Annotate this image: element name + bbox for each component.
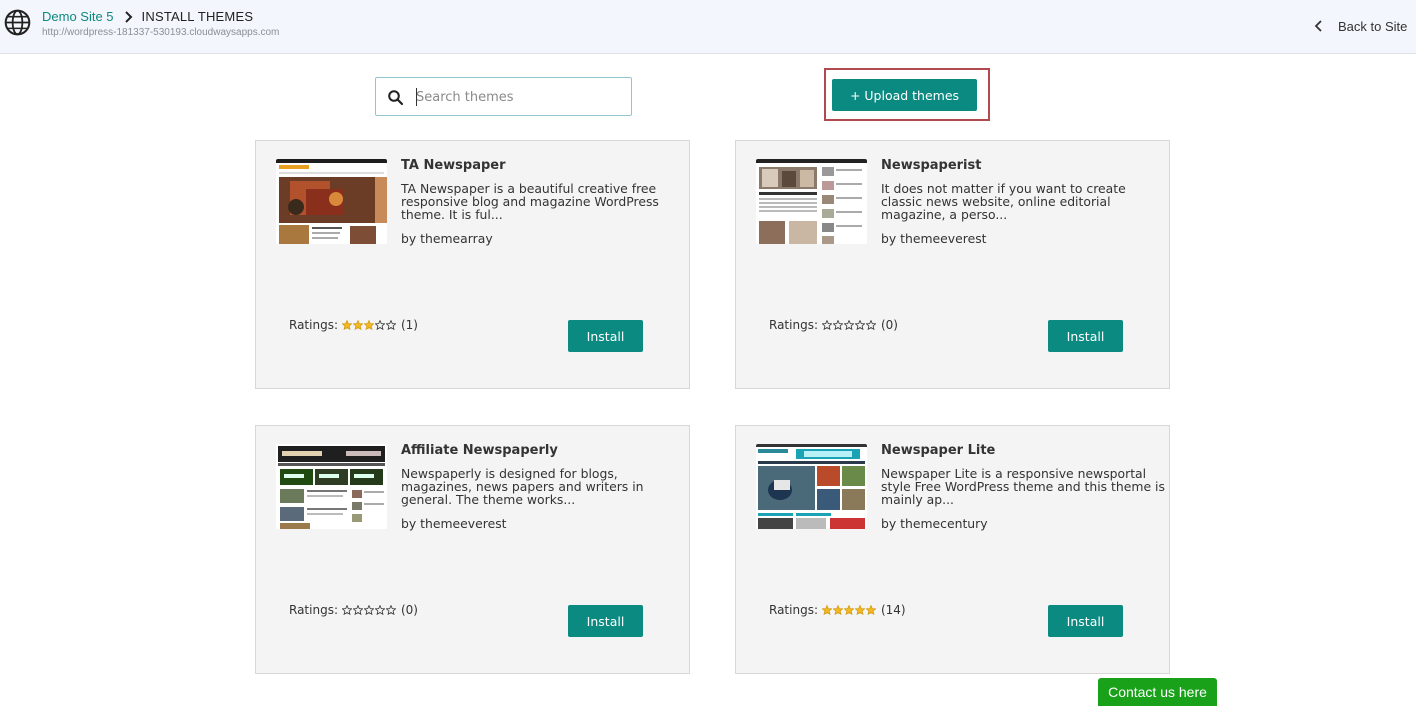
star-outline-icon bbox=[352, 605, 363, 615]
theme-author: by themeeverest bbox=[401, 516, 507, 531]
theme-name: Newspaperist bbox=[881, 158, 982, 173]
theme-thumbnail[interactable] bbox=[276, 159, 387, 244]
star-outline-icon bbox=[821, 320, 832, 330]
star-filled-icon bbox=[341, 320, 352, 330]
rating-stars bbox=[821, 320, 877, 330]
ratings-label: Ratings: bbox=[289, 603, 338, 617]
rating-stars bbox=[821, 605, 877, 615]
theme-rating: Ratings: (0) bbox=[769, 318, 898, 332]
star-outline-icon bbox=[865, 320, 876, 330]
ratings-label: Ratings: bbox=[769, 318, 818, 332]
theme-card: Affiliate Newspaperly Newspaperly is des… bbox=[255, 425, 690, 674]
theme-rating: Ratings: (1) bbox=[289, 318, 418, 332]
theme-author: by themeeverest bbox=[881, 231, 987, 246]
rating-count: (0) bbox=[880, 318, 898, 332]
theme-card: Newspaper Lite Newspaper Lite is a respo… bbox=[735, 425, 1170, 674]
star-filled-icon bbox=[854, 605, 865, 615]
theme-name: Affiliate Newspaperly bbox=[401, 443, 558, 458]
theme-card: TA Newspaper TA Newspaper is a beautiful… bbox=[255, 140, 690, 389]
theme-description: TA Newspaper is a beautiful creative fre… bbox=[401, 181, 659, 222]
star-outline-icon bbox=[363, 605, 374, 615]
search-icon bbox=[388, 90, 404, 106]
ratings-label: Ratings: bbox=[289, 318, 338, 332]
star-outline-icon bbox=[843, 320, 854, 330]
theme-description: Newspaper Lite is a responsive newsporta… bbox=[881, 466, 1165, 507]
theme-name: TA Newspaper bbox=[401, 158, 506, 173]
ratings-label: Ratings: bbox=[769, 603, 818, 617]
star-filled-icon bbox=[865, 605, 876, 615]
search-input[interactable] bbox=[416, 87, 621, 107]
rating-count: (0) bbox=[400, 603, 418, 617]
install-button[interactable]: Install bbox=[1048, 320, 1123, 352]
star-outline-icon bbox=[374, 320, 385, 330]
install-button[interactable]: Install bbox=[568, 320, 643, 352]
star-filled-icon bbox=[821, 605, 832, 615]
back-to-site-label: Back to Site bbox=[1338, 18, 1408, 34]
install-button[interactable]: Install bbox=[1048, 605, 1123, 637]
rating-stars bbox=[341, 320, 397, 330]
theme-description: It does not matter if you want to create… bbox=[881, 181, 1126, 222]
theme-rating: Ratings: (14) bbox=[769, 603, 906, 617]
upload-themes-button[interactable]: + Upload themes bbox=[832, 79, 977, 111]
rating-stars bbox=[341, 605, 397, 615]
rating-count: (14) bbox=[880, 603, 906, 617]
chevron-left-icon bbox=[1314, 20, 1322, 32]
back-to-site-button[interactable]: Back to Site bbox=[1312, 16, 1416, 36]
contact-us-button[interactable]: Contact us here bbox=[1098, 678, 1217, 706]
theme-rating: Ratings: (0) bbox=[289, 603, 418, 617]
text-caret bbox=[416, 88, 417, 106]
star-filled-icon bbox=[832, 605, 843, 615]
theme-card: Newspaperist It does not matter if you w… bbox=[735, 140, 1170, 389]
star-outline-icon bbox=[385, 320, 396, 330]
star-filled-icon bbox=[352, 320, 363, 330]
install-button[interactable]: Install bbox=[568, 605, 643, 637]
breadcrumb-site-link[interactable]: Demo Site 5 bbox=[42, 9, 114, 24]
theme-thumbnail[interactable] bbox=[276, 444, 387, 529]
star-filled-icon bbox=[363, 320, 374, 330]
theme-author: by themearray bbox=[401, 231, 493, 246]
globe-icon bbox=[4, 9, 31, 36]
theme-thumbnail[interactable] bbox=[756, 159, 867, 244]
star-filled-icon bbox=[843, 605, 854, 615]
star-outline-icon bbox=[374, 605, 385, 615]
star-outline-icon bbox=[854, 320, 865, 330]
page-title: INSTALL THEMES bbox=[141, 9, 254, 24]
rating-count: (1) bbox=[400, 318, 418, 332]
theme-description: Newspaperly is designed for blogs, magaz… bbox=[401, 466, 644, 507]
star-outline-icon bbox=[832, 320, 843, 330]
star-outline-icon bbox=[341, 605, 352, 615]
theme-thumbnail[interactable] bbox=[756, 444, 867, 529]
top-bar: Demo Site 5 INSTALL THEMES http://wordpr… bbox=[0, 0, 1416, 54]
site-url: http://wordpress-181337-530193.cloudways… bbox=[42, 27, 280, 38]
theme-name: Newspaper Lite bbox=[881, 443, 996, 458]
star-outline-icon bbox=[385, 605, 396, 615]
theme-author: by themecentury bbox=[881, 516, 988, 531]
chevron-right-icon bbox=[124, 10, 132, 23]
breadcrumb: Demo Site 5 INSTALL THEMES bbox=[42, 9, 253, 24]
search-box bbox=[375, 77, 632, 116]
